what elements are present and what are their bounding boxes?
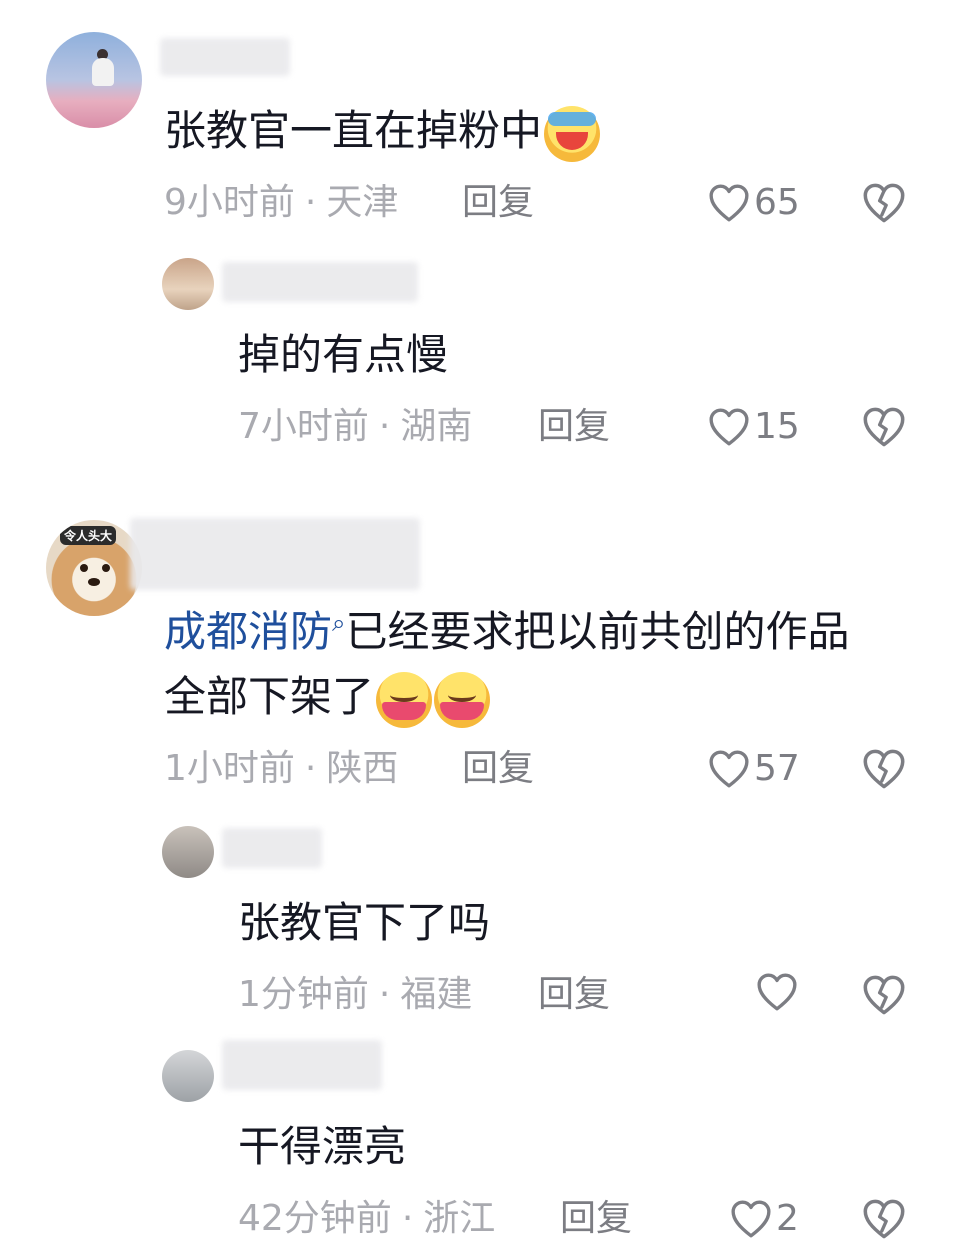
meta-separator: ·: [304, 182, 317, 223]
comment-text-content: 张教官一直在掉粉中: [164, 106, 543, 155]
dog-eye: [102, 564, 110, 572]
broken-heart-icon: [862, 182, 906, 224]
comment-text: 干得漂亮: [238, 1122, 407, 1171]
comment-time: 1小时前: [164, 748, 295, 789]
avatar-tag: 令人头大: [60, 526, 117, 545]
blurred-username[interactable]: [222, 1040, 382, 1090]
like-button[interactable]: 15: [708, 404, 800, 450]
dislike-button[interactable]: [862, 974, 906, 1016]
dislike-button[interactable]: [862, 406, 906, 448]
reply-button[interactable]: 回复: [462, 180, 534, 226]
dislike-button[interactable]: [862, 748, 906, 790]
comment-location: 湖南: [400, 406, 473, 447]
like-button[interactable]: 2: [730, 1196, 799, 1242]
comment-text-content: 已经要求把以前共创的作品: [345, 607, 850, 656]
comment-meta: 1小时前 · 陕西: [164, 746, 398, 792]
comment-text: 掉的有点慢: [238, 330, 449, 379]
avatar-figure-body: [92, 58, 114, 86]
like-button[interactable]: 65: [708, 180, 800, 226]
heart-outline-icon: [708, 749, 750, 789]
like-count: 15: [754, 406, 800, 447]
like-count: 65: [754, 182, 800, 223]
heart-outline-icon: [756, 972, 798, 1012]
reply-button[interactable]: 回复: [538, 972, 610, 1018]
search-icon: ⌕: [332, 609, 346, 637]
broken-heart-icon: [862, 748, 906, 790]
dislike-button[interactable]: [862, 182, 906, 224]
like-count: 57: [754, 748, 800, 789]
heart-outline-icon: [730, 1199, 772, 1239]
meta-separator: ·: [401, 1198, 414, 1239]
comment-time: 7小时前: [238, 406, 369, 447]
comment-meta: 9小时前 · 天津: [164, 180, 398, 226]
blurred-username[interactable]: [222, 262, 418, 302]
reply-button[interactable]: 回复: [462, 746, 534, 792]
user-avatar[interactable]: [162, 258, 214, 310]
heart-outline-icon: [708, 407, 750, 447]
broken-heart-icon: [862, 406, 906, 448]
comment-text-line-2: 全部下架了: [164, 662, 491, 732]
laughing-crying-emoji: [544, 105, 601, 162]
user-avatar[interactable]: [162, 1050, 214, 1102]
comment-meta: 7小时前 · 湖南: [238, 404, 472, 450]
comment-text: 张教官一直在掉粉中: [164, 96, 601, 166]
reply-button[interactable]: 回复: [560, 1196, 632, 1242]
broken-heart-icon: [862, 974, 906, 1016]
heart-outline-icon: [708, 183, 750, 223]
mention-link[interactable]: 成都消防: [164, 607, 332, 656]
meta-separator: ·: [378, 974, 391, 1015]
blurred-username[interactable]: [222, 828, 322, 868]
broken-heart-icon: [862, 1198, 906, 1240]
like-button[interactable]: [756, 972, 802, 1012]
comment-meta: 42分钟前 · 浙江: [238, 1196, 495, 1242]
comment-text-line-1: 成都消防⌕已经要求把以前共创的作品: [164, 588, 849, 667]
comment-location: 福建: [400, 974, 473, 1015]
dislike-button[interactable]: [862, 1198, 906, 1240]
comment-location: 浙江: [423, 1198, 496, 1239]
blurred-username[interactable]: [130, 518, 420, 590]
user-avatar[interactable]: [46, 32, 142, 128]
comment-time: 1分钟前: [238, 974, 369, 1015]
eating-noodles-emoji: [376, 671, 433, 728]
comment-location: 陕西: [326, 748, 399, 789]
blurred-username[interactable]: [160, 38, 290, 76]
meta-separator: ·: [378, 406, 391, 447]
dog-eye: [80, 564, 88, 572]
comment-location: 天津: [326, 182, 399, 223]
comment-time: 42分钟前: [238, 1198, 392, 1239]
comment-time: 9小时前: [164, 182, 295, 223]
user-avatar[interactable]: [162, 826, 214, 878]
comment-text: 张教官下了吗: [238, 898, 491, 947]
reply-button[interactable]: 回复: [538, 404, 610, 450]
like-button[interactable]: 57: [708, 746, 800, 792]
eating-noodles-emoji: [434, 671, 491, 728]
comment-meta: 1分钟前 · 福建: [238, 972, 472, 1018]
like-count: 2: [776, 1198, 799, 1239]
comment-text-content: 全部下架了: [164, 672, 375, 721]
user-avatar[interactable]: 令人头大: [46, 520, 142, 616]
dog-nose: [88, 578, 100, 586]
meta-separator: ·: [304, 748, 317, 789]
